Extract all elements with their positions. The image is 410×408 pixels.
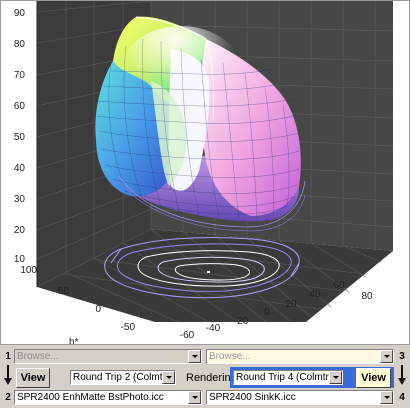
profile-select-right[interactable]: SPR2400 SinkK.icc xyxy=(206,390,394,405)
browse-left-text: Browse... xyxy=(17,351,59,362)
tick-a-60: 60 xyxy=(333,280,345,291)
chevron-down-icon[interactable] xyxy=(329,371,342,384)
tick-b-0: 0 xyxy=(95,304,101,315)
mode-left-text: Round Trip 2 (Colmtrc.) xyxy=(73,372,162,383)
view-button-left[interactable]: View xyxy=(16,368,50,388)
tick-left-2: 30 xyxy=(14,194,26,205)
profile-select-left[interactable]: SPR2400 EnhMatte BstPhoto.icc xyxy=(14,390,202,405)
arrow-down-icon-right xyxy=(398,365,406,387)
browse-right-text: Browse... xyxy=(209,351,251,362)
mode-right-text: Round Trip 4 (Colmtrc.) xyxy=(236,372,329,383)
left-axis-ticks: 10 20 30 40 50 60 70 80 90 xyxy=(14,8,26,265)
mode-select-right[interactable]: Round Trip 4 (Colmtrc.) xyxy=(233,370,343,385)
tick-a-0: 0 xyxy=(264,307,270,318)
chevron-down-icon[interactable] xyxy=(188,350,201,363)
gamut-plot[interactable]: 10 20 30 40 50 60 70 80 90 100 50 0 -50 … xyxy=(0,0,410,345)
tick-a-40: 40 xyxy=(309,289,321,300)
axis-label-b: b* xyxy=(69,337,79,345)
tick-left-5: 60 xyxy=(14,101,26,112)
tick-left-6: 70 xyxy=(14,70,26,81)
label-number-3: 3 xyxy=(399,351,405,362)
chevron-down-icon[interactable] xyxy=(380,350,393,363)
browse-combo-left[interactable]: Browse... xyxy=(14,349,202,364)
tick-a-20: 20 xyxy=(285,299,297,310)
label-number-4: 4 xyxy=(399,392,405,403)
tick-b-neg50: -50 xyxy=(121,322,136,333)
tick-left-3: 40 xyxy=(14,163,26,174)
view-button-right[interactable]: View xyxy=(356,368,391,388)
control-panel: 1 Browse... Browse... 3 View Round Trip … xyxy=(0,345,410,408)
arrow-down-icon-left xyxy=(4,365,12,387)
tick-left-0: 10 xyxy=(14,254,26,265)
tick-a-neg20: -20 xyxy=(234,316,249,327)
tick-a-neg40: -40 xyxy=(206,323,221,334)
profile-left-text: SPR2400 EnhMatte BstPhoto.icc xyxy=(17,392,164,403)
tick-left-8: 90 xyxy=(14,8,26,19)
tick-left-1: 20 xyxy=(14,225,26,236)
tick-b-50: 50 xyxy=(58,286,70,297)
profile-right-text: SPR2400 SinkK.icc xyxy=(209,392,296,403)
tick-left-4: 50 xyxy=(14,132,26,143)
gamut-3d-plot: 10 20 30 40 50 60 70 80 90 100 50 0 -50 … xyxy=(14,1,394,345)
mode-select-left[interactable]: Round Trip 2 (Colmtrc.) xyxy=(70,370,176,385)
browse-combo-right[interactable]: Browse... xyxy=(206,349,394,364)
tick-left-7: 80 xyxy=(14,39,26,50)
tick-a-80: 80 xyxy=(361,291,373,302)
label-number-1: 1 xyxy=(5,351,11,362)
tick-a-neg60: -60 xyxy=(180,330,195,341)
label-number-2: 2 xyxy=(5,392,11,403)
tick-b-100: 100 xyxy=(20,265,37,276)
chevron-down-icon[interactable] xyxy=(162,371,175,384)
chevron-down-icon[interactable] xyxy=(188,391,201,404)
chevron-down-icon[interactable] xyxy=(380,391,393,404)
